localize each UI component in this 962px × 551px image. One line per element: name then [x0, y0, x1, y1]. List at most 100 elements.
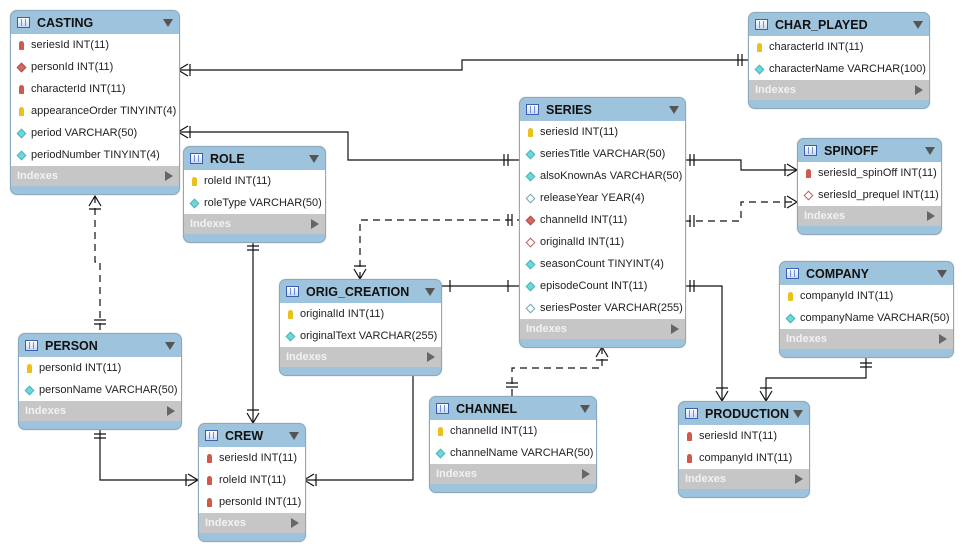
table-spinoff[interactable]: SPINOFF seriesId_spinOff INT(11) seriesId_…	[797, 138, 942, 235]
column-row[interactable]: characterName VARCHAR(100)	[749, 58, 929, 80]
expand-arrow-icon[interactable]	[939, 334, 947, 344]
collapse-triangle-icon[interactable]	[913, 20, 923, 29]
column-row[interactable]: originalId INT(11)	[280, 303, 441, 325]
indexes-section[interactable]: Indexes	[184, 214, 325, 234]
collapse-triangle-icon[interactable]	[793, 409, 803, 418]
table-header[interactable]: CHAR_PLAYED	[749, 13, 929, 36]
indexes-section[interactable]: Indexes	[11, 166, 179, 186]
column-row[interactable]: originalId INT(11)	[520, 231, 685, 253]
table-header[interactable]: PRODUCTION	[679, 402, 809, 425]
column-label: characterName VARCHAR(100)	[769, 63, 926, 75]
indexes-section[interactable]: Indexes	[430, 464, 596, 484]
column-row[interactable]: roleType VARCHAR(50)	[184, 192, 325, 214]
expand-arrow-icon[interactable]	[795, 474, 803, 484]
expand-arrow-icon[interactable]	[671, 324, 679, 334]
relationship-line	[359, 219, 519, 279]
collapse-triangle-icon[interactable]	[669, 105, 679, 114]
column-row[interactable]: seriesPoster VARCHAR(255)	[520, 297, 685, 319]
column-row[interactable]: seriesId INT(11)	[679, 425, 809, 447]
column-row[interactable]: seasonCount TINYINT(4)	[520, 253, 685, 275]
table-series[interactable]: SERIES seriesId INT(11) seriesTitle VARCHA…	[519, 97, 686, 348]
table-orig-creation[interactable]: ORIG_CREATION originalId INT(11) originalT…	[279, 279, 442, 376]
table-header[interactable]: CASTING	[11, 11, 179, 34]
column-row[interactable]: channelId INT(11)	[520, 209, 685, 231]
table-production[interactable]: PRODUCTION seriesId INT(11) companyId INT(…	[678, 401, 810, 498]
indexes-section[interactable]: Indexes	[520, 319, 685, 339]
table-casting[interactable]: CASTING seriesId INT(11) personId INT(11) c…	[10, 10, 180, 195]
indexes-section[interactable]: Indexes	[780, 329, 953, 349]
collapse-triangle-icon[interactable]	[165, 341, 175, 350]
column-row[interactable]: alsoKnownAs VARCHAR(50)	[520, 165, 685, 187]
expand-arrow-icon[interactable]	[427, 352, 435, 362]
expand-arrow-icon[interactable]	[167, 406, 175, 416]
column-row[interactable]: seriesId_spinOff INT(11)	[798, 162, 941, 184]
indexes-section[interactable]: Indexes	[679, 469, 809, 489]
column-row[interactable]: period VARCHAR(50)	[11, 122, 179, 144]
table-header[interactable]: COMPANY	[780, 262, 953, 285]
collapse-triangle-icon[interactable]	[289, 431, 299, 440]
table-crew[interactable]: CREW seriesId INT(11) roleId INT(11) person…	[198, 423, 306, 542]
expand-arrow-icon[interactable]	[582, 469, 590, 479]
table-name: COMPANY	[806, 266, 869, 281]
relationship-line	[684, 201, 797, 222]
column-row[interactable]: characterId INT(11)	[749, 36, 929, 58]
table-char-played[interactable]: CHAR_PLAYED characterId INT(11) characterN…	[748, 12, 930, 109]
collapse-triangle-icon[interactable]	[580, 404, 590, 413]
table-header[interactable]: ROLE	[184, 147, 325, 170]
table-header[interactable]: ORIG_CREATION	[280, 280, 441, 303]
expand-arrow-icon[interactable]	[915, 85, 923, 95]
collapse-triangle-icon[interactable]	[425, 287, 435, 296]
column-label: roleId INT(11)	[219, 474, 287, 486]
collapse-triangle-icon[interactable]	[925, 146, 935, 155]
indexes-label: Indexes	[786, 333, 827, 345]
column-row[interactable]: periodNumber TINYINT(4)	[11, 144, 179, 166]
column-label: roleId INT(11)	[204, 175, 272, 187]
column-row[interactable]: releaseYear YEAR(4)	[520, 187, 685, 209]
table-company[interactable]: COMPANY companyId INT(11) companyName VARC…	[779, 261, 954, 358]
table-header[interactable]: SERIES	[520, 98, 685, 121]
column-row[interactable]: companyId INT(11)	[780, 285, 953, 307]
table-header[interactable]: CREW	[199, 424, 305, 447]
expand-arrow-icon[interactable]	[165, 171, 173, 181]
column-row[interactable]: episodeCount INT(11)	[520, 275, 685, 297]
table-header[interactable]: SPINOFF	[798, 139, 941, 162]
table-person[interactable]: PERSON personId INT(11) personName VARCHAR…	[18, 333, 182, 430]
table-header[interactable]: CHANNEL	[430, 397, 596, 420]
expand-arrow-icon[interactable]	[927, 211, 935, 221]
column-row[interactable]: appearanceOrder TINYINT(4)	[11, 100, 179, 122]
indexes-section[interactable]: Indexes	[749, 80, 929, 100]
column-row[interactable]: companyId INT(11)	[679, 447, 809, 469]
column-row[interactable]: personId INT(11)	[11, 56, 179, 78]
column-row[interactable]: companyName VARCHAR(50)	[780, 307, 953, 329]
expand-arrow-icon[interactable]	[311, 219, 319, 229]
expand-arrow-icon[interactable]	[291, 518, 299, 528]
column-row[interactable]: characterId INT(11)	[11, 78, 179, 100]
column-row[interactable]: channelName VARCHAR(50)	[430, 442, 596, 464]
column-label: companyName VARCHAR(50)	[800, 312, 950, 324]
column-row[interactable]: roleId INT(11)	[184, 170, 325, 192]
column-row[interactable]: personName VARCHAR(50)	[19, 379, 181, 401]
column-row[interactable]: seriesTitle VARCHAR(50)	[520, 143, 685, 165]
column-row[interactable]: seriesId INT(11)	[520, 121, 685, 143]
column-row[interactable]: seriesId_prequel INT(11)	[798, 184, 941, 206]
table-header[interactable]: PERSON	[19, 334, 181, 357]
column-row[interactable]: originalText VARCHAR(255)	[280, 325, 441, 347]
column-row[interactable]: channelId INT(11)	[430, 420, 596, 442]
column-row[interactable]: seriesId INT(11)	[199, 447, 305, 469]
table-channel[interactable]: CHANNEL channelId INT(11) channelName VARC…	[429, 396, 597, 493]
column-row[interactable]: seriesId INT(11)	[11, 34, 179, 56]
column-row[interactable]: roleId INT(11)	[199, 469, 305, 491]
table-role[interactable]: ROLE roleId INT(11) roleType VARCHAR(50) In…	[183, 146, 326, 243]
indexes-section[interactable]: Indexes	[798, 206, 941, 226]
column-row[interactable]: personId INT(11)	[199, 491, 305, 513]
indexes-section[interactable]: Indexes	[280, 347, 441, 367]
collapse-triangle-icon[interactable]	[163, 18, 173, 27]
collapse-triangle-icon[interactable]	[937, 269, 947, 278]
notnull-diamond-icon	[525, 149, 535, 159]
indexes-section[interactable]: Indexes	[19, 401, 181, 421]
collapse-triangle-icon[interactable]	[309, 154, 319, 163]
column-row[interactable]: personId INT(11)	[19, 357, 181, 379]
column-label: seasonCount TINYINT(4)	[540, 258, 664, 270]
indexes-section[interactable]: Indexes	[199, 513, 305, 533]
column-label: episodeCount INT(11)	[540, 280, 648, 292]
